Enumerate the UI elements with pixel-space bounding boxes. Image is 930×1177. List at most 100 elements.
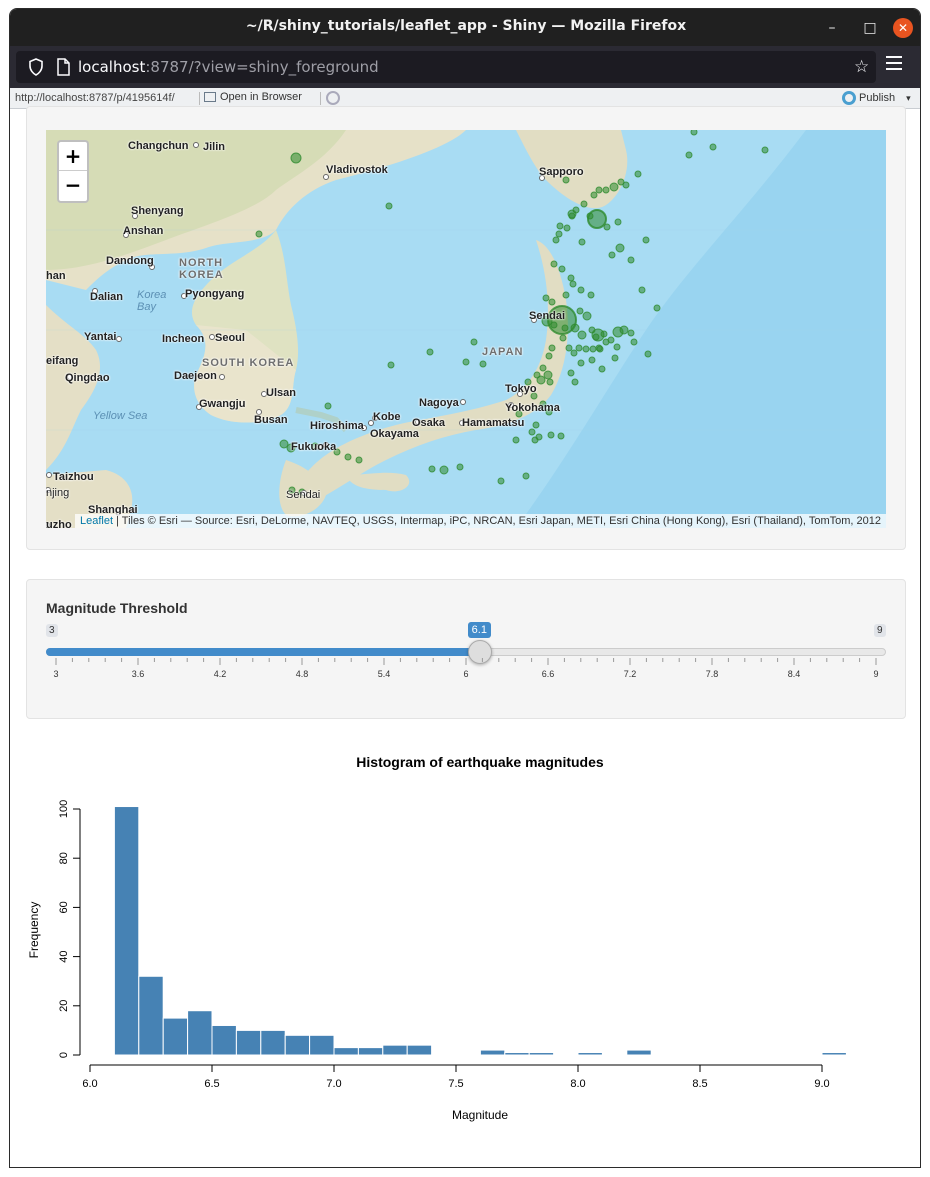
earthquake-marker[interactable] bbox=[588, 356, 596, 364]
earthquake-marker[interactable] bbox=[580, 200, 588, 208]
earthquake-marker[interactable] bbox=[570, 323, 580, 333]
earthquake-marker[interactable] bbox=[577, 286, 585, 294]
page-icon[interactable] bbox=[56, 58, 70, 76]
earthquake-marker[interactable] bbox=[290, 152, 302, 164]
earthquake-marker[interactable] bbox=[545, 352, 553, 360]
earthquake-marker[interactable] bbox=[634, 170, 642, 178]
earthquake-marker[interactable] bbox=[255, 230, 263, 238]
open-in-browser-button[interactable]: Open in Browser bbox=[204, 91, 302, 106]
earthquake-marker[interactable] bbox=[611, 354, 619, 362]
earthquake-marker[interactable] bbox=[548, 298, 556, 306]
earthquake-marker[interactable] bbox=[570, 349, 578, 357]
earthquake-marker[interactable] bbox=[653, 304, 661, 312]
earthquake-marker[interactable] bbox=[565, 344, 573, 352]
earthquake-marker[interactable] bbox=[577, 330, 587, 340]
publish-button[interactable]: Publish ▾ bbox=[842, 91, 911, 105]
earthquake-marker[interactable] bbox=[638, 286, 646, 294]
earthquake-marker[interactable] bbox=[615, 243, 625, 253]
earthquake-marker[interactable] bbox=[589, 345, 597, 353]
earthquake-marker[interactable] bbox=[595, 344, 603, 352]
earthquake-marker[interactable] bbox=[571, 378, 579, 386]
earthquake-marker[interactable] bbox=[385, 202, 393, 210]
earthquake-marker[interactable] bbox=[439, 465, 449, 475]
earthquake-marker[interactable] bbox=[542, 294, 550, 302]
earthquake-marker[interactable] bbox=[462, 358, 470, 366]
earthquake-marker[interactable] bbox=[532, 421, 540, 429]
earthquake-marker[interactable] bbox=[512, 436, 520, 444]
earthquake-marker[interactable] bbox=[582, 345, 590, 353]
earthquake-marker[interactable] bbox=[567, 369, 575, 377]
earthquake-marker[interactable] bbox=[622, 181, 630, 189]
earthquake-marker[interactable] bbox=[555, 230, 563, 238]
earthquake-marker[interactable] bbox=[543, 370, 553, 380]
minimize-icon[interactable]: – bbox=[822, 18, 842, 38]
refresh-icon[interactable] bbox=[326, 91, 340, 105]
earthquake-marker[interactable] bbox=[558, 265, 566, 273]
close-icon[interactable]: ✕ bbox=[893, 18, 913, 38]
earthquake-marker[interactable] bbox=[642, 236, 650, 244]
earthquake-marker[interactable] bbox=[324, 402, 332, 410]
earthquake-marker[interactable] bbox=[497, 477, 505, 485]
earthquake-marker[interactable] bbox=[685, 151, 693, 159]
shield-icon[interactable] bbox=[28, 58, 44, 76]
earthquake-marker[interactable] bbox=[426, 348, 434, 356]
zoom-out-button[interactable]: − bbox=[59, 171, 87, 200]
earthquake-marker[interactable] bbox=[456, 463, 464, 471]
earthquake-marker[interactable] bbox=[556, 222, 564, 230]
earthquake-marker[interactable] bbox=[528, 428, 536, 436]
earthquake-marker[interactable] bbox=[575, 344, 583, 352]
earthquake-marker[interactable] bbox=[547, 431, 555, 439]
earthquake-marker[interactable] bbox=[535, 433, 543, 441]
earthquake-marker[interactable] bbox=[522, 472, 530, 480]
earthquake-marker[interactable] bbox=[644, 350, 652, 358]
earthquake-marker[interactable] bbox=[619, 325, 629, 335]
earthquake-marker[interactable] bbox=[609, 182, 619, 192]
earthquake-marker[interactable] bbox=[586, 212, 594, 220]
earthquake-marker[interactable] bbox=[590, 191, 598, 199]
earthquake-marker[interactable] bbox=[548, 344, 556, 352]
earthquake-marker[interactable] bbox=[608, 251, 616, 259]
earthquake-marker[interactable] bbox=[479, 360, 487, 368]
leaflet-link[interactable]: Leaflet bbox=[80, 515, 113, 527]
earthquake-marker[interactable] bbox=[387, 361, 395, 369]
earthquake-marker[interactable] bbox=[561, 324, 569, 332]
earthquake-marker[interactable] bbox=[557, 432, 565, 440]
earthquake-marker[interactable] bbox=[576, 307, 584, 315]
earthquake-marker[interactable] bbox=[539, 364, 547, 372]
earthquake-marker[interactable] bbox=[550, 260, 558, 268]
earthquake-marker[interactable] bbox=[613, 343, 621, 351]
menu-icon[interactable] bbox=[886, 56, 902, 70]
earthquake-marker[interactable] bbox=[602, 338, 610, 346]
url-text[interactable]: localhost:8787/?view=shiny_foreground bbox=[78, 58, 379, 76]
earthquake-marker[interactable] bbox=[563, 224, 571, 232]
earthquake-marker[interactable] bbox=[709, 143, 717, 151]
earthquake-marker[interactable] bbox=[569, 280, 577, 288]
earthquake-marker[interactable] bbox=[536, 375, 546, 385]
earthquake-marker[interactable] bbox=[428, 465, 436, 473]
earthquake-marker[interactable] bbox=[550, 321, 558, 329]
earthquake-marker[interactable] bbox=[279, 439, 289, 449]
earthquake-marker[interactable] bbox=[562, 291, 570, 299]
earthquake-marker[interactable] bbox=[567, 274, 575, 282]
earthquake-marker[interactable] bbox=[603, 223, 611, 231]
earthquake-marker[interactable] bbox=[559, 334, 567, 342]
chevron-down-icon[interactable]: ▾ bbox=[906, 93, 911, 103]
maximize-icon[interactable]: □ bbox=[860, 18, 880, 38]
earthquake-marker[interactable] bbox=[690, 130, 698, 136]
zoom-in-button[interactable]: + bbox=[59, 142, 87, 171]
earthquake-marker[interactable] bbox=[614, 218, 622, 226]
earthquake-marker[interactable] bbox=[627, 256, 635, 264]
earthquake-marker[interactable] bbox=[577, 359, 585, 367]
earthquake-marker[interactable] bbox=[567, 209, 577, 219]
earthquake-marker[interactable] bbox=[578, 238, 586, 246]
url-bar[interactable]: localhost:8787/?view=shiny_foreground ☆ bbox=[16, 51, 876, 83]
earthquake-marker[interactable] bbox=[587, 291, 595, 299]
earthquake-marker[interactable] bbox=[761, 146, 769, 154]
earthquake-marker[interactable] bbox=[344, 453, 352, 461]
earthquake-marker[interactable] bbox=[598, 365, 606, 373]
earthquake-marker[interactable] bbox=[546, 378, 554, 386]
bookmark-star-icon[interactable]: ☆ bbox=[854, 57, 869, 77]
earthquake-marker[interactable] bbox=[582, 311, 592, 321]
earthquake-marker[interactable] bbox=[470, 338, 478, 346]
earthquake-marker[interactable] bbox=[627, 329, 635, 337]
